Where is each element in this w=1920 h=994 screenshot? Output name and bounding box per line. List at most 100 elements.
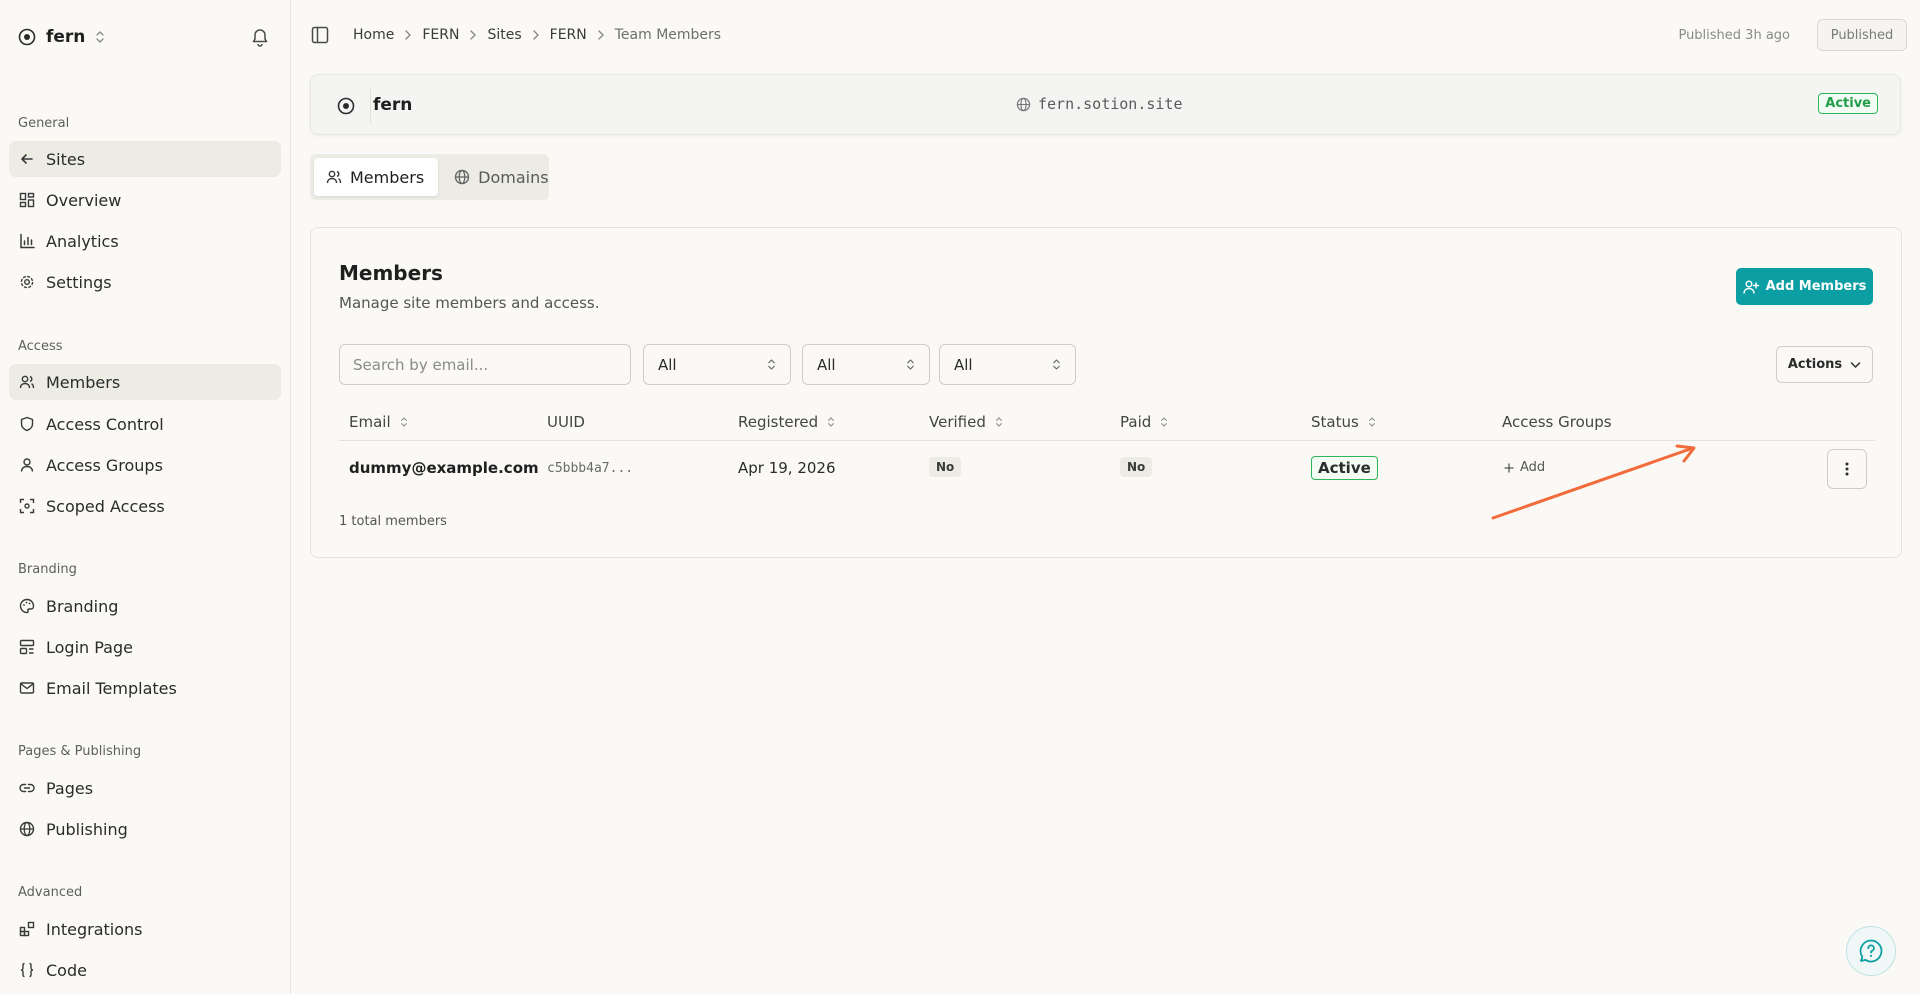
section-title-general: General	[18, 116, 70, 131]
sort-icon	[1368, 416, 1376, 428]
user-icon	[19, 457, 35, 473]
column-label: Email	[349, 413, 391, 431]
sidebar-item-settings[interactable]: Settings	[9, 264, 281, 300]
sidebar-item-integrations[interactable]: Integrations	[9, 911, 281, 947]
sidebar-item-label: Access Control	[46, 414, 164, 434]
sidebar-item-scoped-access[interactable]: Scoped Access	[9, 488, 281, 524]
members-title: Members	[339, 261, 443, 285]
filter-value: All	[954, 355, 973, 374]
add-members-button[interactable]: Add Members	[1736, 268, 1873, 305]
site-status-badge: Active	[1818, 93, 1878, 114]
column-label: Verified	[929, 413, 986, 431]
sidebar-item-label: Access Groups	[46, 455, 163, 475]
sidebar-item-code[interactable]: Code	[9, 952, 281, 988]
breadcrumb-site-fern[interactable]: FERN	[550, 27, 587, 43]
help-button[interactable]	[1846, 926, 1896, 976]
sort-icon	[995, 416, 1003, 428]
column-status[interactable]: Status	[1311, 413, 1376, 431]
help-chat-icon	[1858, 938, 1884, 964]
column-access-groups: Access Groups	[1502, 413, 1612, 431]
sidebar-item-analytics[interactable]: Analytics	[9, 223, 281, 259]
column-label: Registered	[738, 413, 819, 431]
sort-icon	[827, 416, 835, 428]
sidebar-item-label: Members	[46, 372, 121, 392]
member-email: dummy@example.com	[349, 459, 539, 477]
gear-icon	[19, 274, 35, 290]
published-timestamp: Published 3h ago	[1678, 28, 1790, 43]
chevron-updown-icon	[767, 358, 776, 371]
link-icon	[19, 780, 35, 796]
globe-icon	[454, 169, 470, 185]
sidebar-item-label: Login Page	[46, 637, 133, 657]
top-bar: Home FERN Sites FERN Team Members Publis…	[291, 0, 1920, 72]
column-paid[interactable]: Paid	[1120, 413, 1168, 431]
filter-select-3[interactable]: All	[939, 344, 1076, 385]
sidebar-item-sites[interactable]: Sites	[9, 141, 281, 177]
column-verified[interactable]: Verified	[929, 413, 1003, 431]
published-button[interactable]: Published	[1817, 19, 1907, 51]
breadcrumb-home[interactable]: Home	[353, 27, 394, 43]
sidebar-toggle-icon[interactable]	[311, 26, 329, 44]
mail-icon	[19, 680, 35, 696]
sort-icon	[400, 416, 408, 428]
users-icon	[326, 169, 342, 185]
divider	[370, 87, 371, 123]
total-members: 1 total members	[339, 514, 447, 529]
row-menu-button[interactable]	[1827, 449, 1867, 489]
chevron-updown-icon	[1052, 358, 1061, 371]
section-title-advanced: Advanced	[18, 885, 83, 900]
workspace-name: fern	[46, 27, 86, 47]
actions-dropdown[interactable]: Actions	[1776, 346, 1873, 383]
sidebar-item-label: Branding	[46, 596, 119, 616]
sidebar-item-access-groups[interactable]: Access Groups	[9, 447, 281, 483]
sidebar-item-overview[interactable]: Overview	[9, 182, 281, 218]
breadcrumb-fern[interactable]: FERN	[422, 27, 459, 43]
sidebar-item-label: Settings	[46, 272, 112, 292]
site-card: fern fern.sotion.site Active	[310, 74, 1901, 135]
sort-icon	[1160, 416, 1168, 428]
sidebar-item-label: Sites	[46, 149, 86, 169]
breadcrumb: Home FERN Sites FERN Team Members	[311, 26, 721, 44]
shield-icon	[19, 416, 35, 432]
filter-select-1[interactable]: All	[643, 344, 791, 385]
verified-badge: No	[929, 457, 962, 477]
bell-icon[interactable]	[251, 27, 269, 47]
scope-icon	[19, 498, 35, 514]
tab-members[interactable]: Members	[314, 158, 439, 196]
sidebar-item-email-templates[interactable]: Email Templates	[9, 670, 281, 706]
site-logo-icon	[337, 97, 355, 115]
column-email[interactable]: Email	[349, 413, 408, 431]
sidebar-item-publishing[interactable]: Publishing	[9, 811, 281, 847]
search-input[interactable]	[339, 344, 631, 385]
column-registered[interactable]: Registered	[738, 413, 835, 431]
globe-icon	[1016, 97, 1031, 112]
sidebar-item-members[interactable]: Members	[9, 364, 281, 400]
section-title-pages-publishing: Pages & Publishing	[18, 744, 142, 759]
sidebar-item-label: Pages	[46, 778, 94, 798]
braces-icon	[19, 962, 35, 978]
sidebar-item-label: Integrations	[46, 919, 143, 939]
status-badge: Active	[1311, 456, 1378, 480]
sidebar-item-branding[interactable]: Branding	[9, 588, 281, 624]
member-uuid: c5bbb4a7...	[547, 461, 634, 476]
filter-value: All	[658, 355, 677, 374]
table-header: Email UUID Registered Verified Paid Stat…	[339, 403, 1875, 441]
user-plus-icon	[1742, 279, 1759, 295]
annotation-arrow-icon	[1491, 444, 1696, 520]
site-domain[interactable]: fern.sotion.site	[1016, 95, 1183, 113]
tab-label: Members	[350, 167, 425, 187]
workspace-switcher[interactable]: fern	[18, 24, 105, 50]
sidebar-item-access-control[interactable]: Access Control	[9, 406, 281, 442]
blocks-icon	[19, 921, 35, 937]
sidebar-item-pages[interactable]: Pages	[9, 770, 281, 806]
more-vertical-icon	[1845, 462, 1849, 476]
tab-domains[interactable]: Domains	[442, 158, 562, 196]
column-label: Paid	[1120, 413, 1152, 431]
column-label: UUID	[547, 413, 585, 431]
sidebar-item-login-page[interactable]: Login Page	[9, 629, 281, 665]
column-label: Status	[1311, 413, 1359, 431]
sidebar-item-label: Code	[46, 960, 87, 980]
breadcrumb-sites[interactable]: Sites	[487, 27, 521, 43]
chevron-down-icon	[1850, 361, 1861, 369]
filter-select-2[interactable]: All	[802, 344, 930, 385]
